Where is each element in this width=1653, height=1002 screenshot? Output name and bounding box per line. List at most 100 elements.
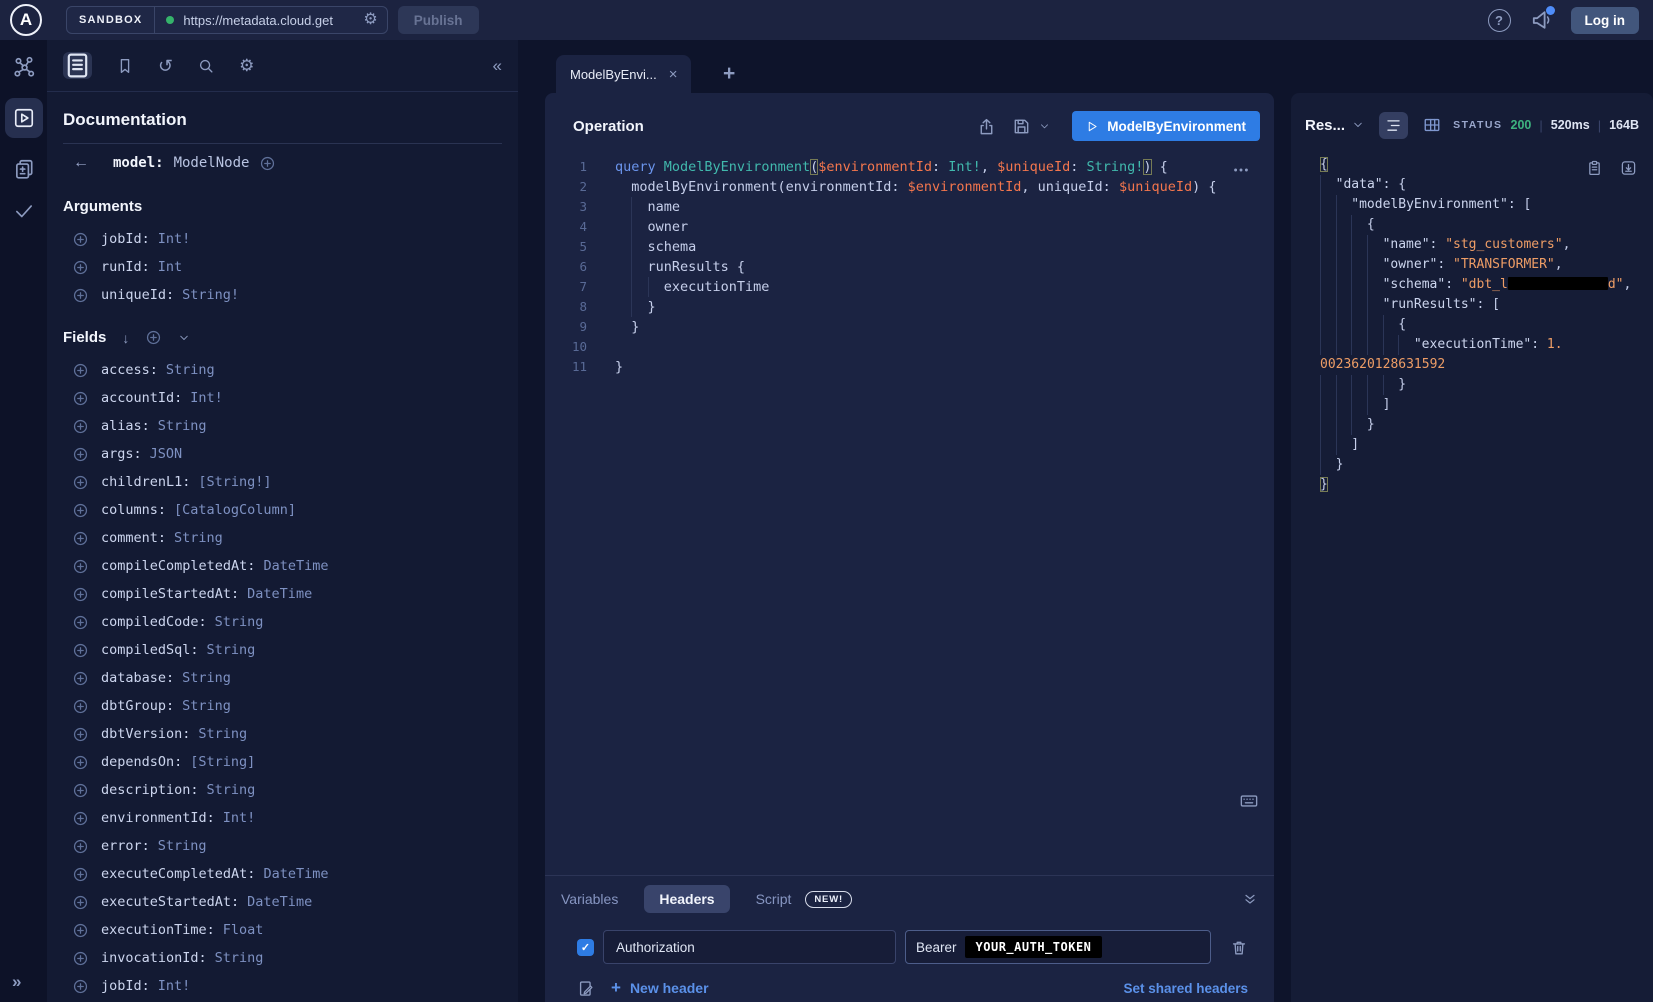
set-shared-headers-link[interactable]: Set shared headers <box>1123 981 1248 996</box>
sort-down-icon[interactable]: ↓ <box>122 331 129 345</box>
doc-field-row[interactable]: args:JSON <box>63 440 502 468</box>
field-type[interactable]: String <box>182 698 231 714</box>
field-type[interactable]: String <box>174 530 223 546</box>
add-field-plus-icon[interactable] <box>72 614 89 631</box>
copy-response-icon[interactable] <box>1586 159 1603 177</box>
field-type[interactable]: Int! <box>158 231 191 247</box>
field-type[interactable]: Int! <box>158 978 191 994</box>
field-type[interactable]: JSON <box>150 446 183 462</box>
explorer-nav-active[interactable] <box>5 98 43 138</box>
field-type[interactable]: DateTime <box>247 586 312 602</box>
endpoint-settings-gear-icon[interactable]: ⚙ <box>363 12 377 28</box>
doc-field-row[interactable]: compiledCode:String <box>63 608 502 636</box>
doc-field-row[interactable]: jobId:Int! <box>63 225 502 253</box>
doc-field-row[interactable]: columns:[CatalogColumn] <box>63 496 502 524</box>
field-type[interactable]: Int! <box>190 390 223 406</box>
field-type[interactable]: Int <box>158 259 182 275</box>
delete-header-icon[interactable] <box>1230 938 1248 957</box>
field-type[interactable]: DateTime <box>247 894 312 910</box>
doc-field-row[interactable]: invocationId:String <box>63 944 502 972</box>
doc-field-row[interactable]: childrenL1:[String!] <box>63 468 502 496</box>
doc-field-row[interactable]: executeStartedAt:DateTime <box>63 888 502 916</box>
field-type[interactable]: String <box>182 670 231 686</box>
editor-more-options-icon[interactable] <box>1232 161 1250 179</box>
collapse-section-chevrons-icon[interactable] <box>1242 891 1258 907</box>
field-type[interactable]: Int! <box>223 810 256 826</box>
doc-field-row[interactable]: dbtVersion:String <box>63 720 502 748</box>
add-field-plus-icon[interactable] <box>72 586 89 603</box>
doc-field-row[interactable]: uniqueId:String! <box>63 281 502 309</box>
add-field-plus-icon[interactable] <box>72 922 89 939</box>
doc-field-row[interactable]: accountId:Int! <box>63 384 502 412</box>
share-icon[interactable] <box>977 117 996 136</box>
schema-graph-icon[interactable] <box>13 56 35 78</box>
field-type[interactable]: String! <box>182 287 239 303</box>
breadcrumb-type[interactable]: ModelNode <box>174 155 250 171</box>
doc-field-row[interactable]: compiledSql:String <box>63 636 502 664</box>
response-chevron-down-icon[interactable] <box>1352 119 1364 131</box>
doc-field-row[interactable]: comment:String <box>63 524 502 552</box>
help-icon[interactable]: ? <box>1488 9 1511 32</box>
add-field-plus-icon[interactable] <box>72 259 89 276</box>
collapse-panel-icon[interactable]: « <box>493 56 502 76</box>
add-field-plus-icon[interactable] <box>72 698 89 715</box>
doc-field-row[interactable]: compileStartedAt:DateTime <box>63 580 502 608</box>
save-chevron-down-icon[interactable] <box>1039 121 1050 132</box>
add-field-plus-icon[interactable] <box>72 502 89 519</box>
operation-collections-icon[interactable] <box>13 158 35 180</box>
response-json[interactable]: {"data": {"modelByEnvironment": [{"name"… <box>1291 141 1653 495</box>
add-field-plus-icon[interactable] <box>72 782 89 799</box>
keyboard-shortcuts-icon[interactable] <box>1238 792 1260 810</box>
add-field-plus-icon[interactable] <box>72 287 89 304</box>
checklist-icon[interactable] <box>13 200 35 222</box>
header-value-input[interactable]: Bearer YOUR_AUTH_TOKEN <box>905 930 1211 964</box>
field-type[interactable]: Float <box>223 922 264 938</box>
add-field-plus-icon[interactable] <box>72 446 89 463</box>
login-button[interactable]: Log in <box>1571 7 1640 34</box>
response-title[interactable]: Res... <box>1305 117 1345 134</box>
add-field-plus-icon[interactable] <box>72 866 89 883</box>
field-type[interactable]: String <box>215 950 264 966</box>
tab-headers[interactable]: Headers <box>644 885 729 913</box>
field-type[interactable]: [String] <box>190 754 255 770</box>
field-type[interactable]: String <box>158 418 207 434</box>
add-field-plus-icon[interactable] <box>72 838 89 855</box>
add-field-plus-icon[interactable] <box>72 670 89 687</box>
doc-field-row[interactable]: database:String <box>63 664 502 692</box>
doc-field-row[interactable]: environmentId:Int! <box>63 804 502 832</box>
query-editor[interactable]: 1query ModelByEnvironment($environmentId… <box>545 141 1274 377</box>
add-field-plus-icon[interactable] <box>72 530 89 547</box>
back-arrow-icon[interactable]: ← <box>73 154 89 172</box>
close-tab-icon[interactable]: × <box>669 66 678 83</box>
add-type-icon[interactable] <box>259 155 276 172</box>
add-field-plus-icon[interactable] <box>72 474 89 491</box>
add-field-plus-icon[interactable] <box>72 894 89 911</box>
operation-tab[interactable]: ModelByEnvi... × <box>556 55 691 93</box>
expand-rail-chevrons-icon[interactable]: » <box>12 972 21 992</box>
doc-field-row[interactable]: dependsOn:[String] <box>63 748 502 776</box>
edit-headers-icon[interactable] <box>577 979 595 998</box>
auth-token-value[interactable]: YOUR_AUTH_TOKEN <box>965 936 1103 958</box>
field-type[interactable]: String <box>166 362 215 378</box>
doc-field-row[interactable]: runId:Int <box>63 253 502 281</box>
new-header-button[interactable]: + New header <box>611 978 709 998</box>
doc-field-row[interactable]: error:String <box>63 832 502 860</box>
download-response-icon[interactable] <box>1620 159 1637 177</box>
field-type[interactable]: [CatalogColumn] <box>174 502 296 518</box>
add-all-fields-icon[interactable] <box>145 329 162 346</box>
doc-field-row[interactable]: alias:String <box>63 412 502 440</box>
field-type[interactable]: DateTime <box>263 866 328 882</box>
documentation-tab-active[interactable] <box>63 52 92 79</box>
new-tab-icon[interactable]: + <box>723 62 735 86</box>
add-field-plus-icon[interactable] <box>72 810 89 827</box>
field-type[interactable]: String <box>198 726 247 742</box>
add-field-plus-icon[interactable] <box>72 390 89 407</box>
publish-button[interactable]: Publish <box>398 6 479 34</box>
endpoint-url-input[interactable]: https://metadata.cloud.get <box>183 13 361 28</box>
announcements-megaphone-icon[interactable] <box>1529 8 1553 32</box>
field-type[interactable]: String <box>207 782 256 798</box>
add-field-plus-icon[interactable] <box>72 754 89 771</box>
header-name-input[interactable]: Authorization <box>603 930 896 964</box>
doc-field-row[interactable]: executeCompletedAt:DateTime <box>63 860 502 888</box>
table-view-icon[interactable] <box>1423 116 1441 134</box>
